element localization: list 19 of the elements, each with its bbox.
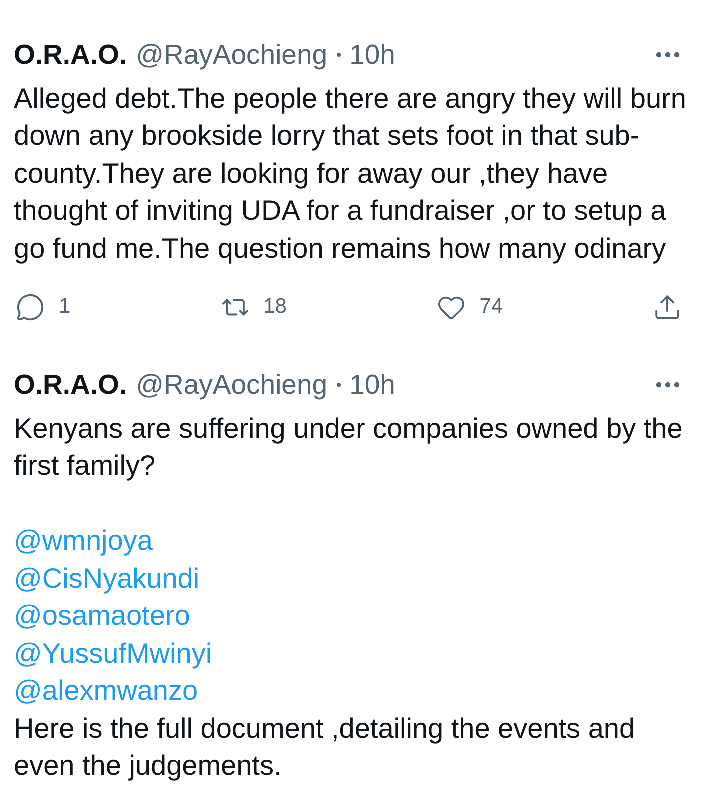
tweet-time: 10h — [350, 368, 396, 401]
reply-button[interactable]: 1 — [16, 292, 71, 322]
speech-bubble-icon — [16, 292, 45, 322]
share-button[interactable] — [652, 292, 682, 322]
like-button[interactable]: 74 — [436, 292, 504, 322]
retweet-button[interactable]: 18 — [220, 292, 287, 322]
separator-dot-icon — [336, 382, 341, 387]
tweet-text: Alleged debt.The people there are angry they will burn down any brookside lorry that sets foot in that sub-county.They are looking for away our ,they have thought of inviting UDA for a fundraiser ,or to setup a go fund me.The question remains how many odinary — [14, 82, 688, 266]
author-handle[interactable]: @RayAochieng — [136, 368, 328, 401]
author-handle[interactable]: @RayAochieng — [136, 38, 328, 71]
more-options-icon[interactable] — [656, 382, 680, 388]
author-name[interactable]: O.R.A.O. — [14, 368, 128, 401]
author-name[interactable]: O.R.A.O. — [14, 38, 128, 71]
separator-dot-icon — [336, 52, 341, 57]
more-options-icon[interactable] — [656, 52, 680, 58]
tweet-text: Kenyans are suffering under companies owned by the first family? — [14, 412, 684, 483]
share-icon — [652, 292, 682, 322]
tweet-text: Here is the full document ,detailing the events and even the judgements. — [14, 712, 636, 783]
tweet-time: 10h — [350, 38, 396, 71]
